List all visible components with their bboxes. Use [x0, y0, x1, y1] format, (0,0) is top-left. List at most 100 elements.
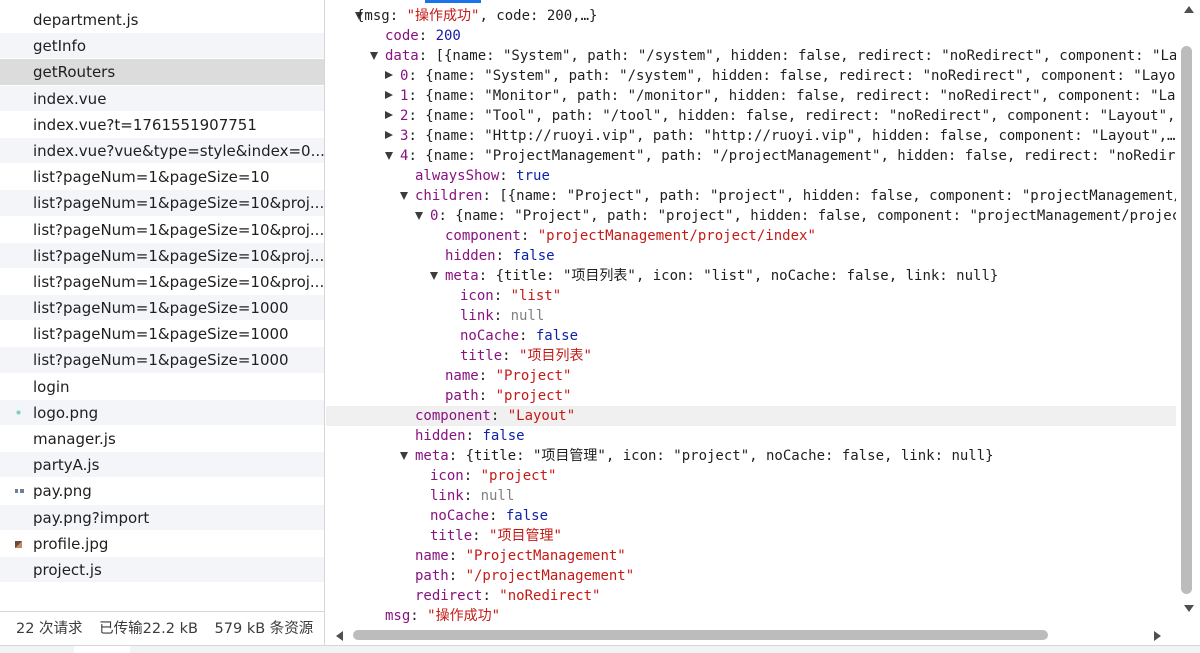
- request-row[interactable]: list?pageNum=1&pageSize=10&proj...: [0, 269, 324, 296]
- json-key: hidden: [445, 248, 496, 264]
- response-preview-pane: {msg: "操作成功", code: 200,…} code: 200 data:…: [326, 0, 1200, 645]
- image-icon: [15, 408, 22, 416]
- json-value: , code: 200,…}: [479, 8, 598, 24]
- collapsed-triangle-icon[interactable]: [385, 111, 393, 119]
- request-row[interactable]: login: [0, 374, 324, 400]
- request-row[interactable]: getRouters: [0, 59, 324, 86]
- request-row[interactable]: index.vue?t=1761551907751: [0, 112, 324, 138]
- json-line-text: icon: "project": [430, 466, 556, 486]
- json-tree-line[interactable]: meta: {title: "项目管理", icon: "project", n…: [326, 446, 1176, 466]
- request-row[interactable]: partyA.js: [0, 452, 324, 479]
- json-value: "项目列表": [519, 348, 592, 364]
- expand-triangle-icon[interactable]: [385, 152, 393, 160]
- json-tree-line[interactable]: 3: {name: "Http://ruoyi.vip", path: "htt…: [326, 126, 1176, 146]
- json-tree: {msg: "操作成功", code: 200,…} code: 200 data:…: [326, 6, 1176, 626]
- request-row[interactable]: list?pageNum=1&pageSize=10&proj...: [0, 217, 324, 243]
- collapsed-triangle-icon[interactable]: [385, 91, 393, 99]
- request-row[interactable]: index.vue?vue&type=style&index=0...: [0, 137, 324, 165]
- request-row[interactable]: list?pageNum=1&pageSize=1000: [0, 347, 324, 374]
- json-value: false: [512, 248, 555, 264]
- json-line-text: hidden: false: [445, 246, 555, 266]
- json-key: title: [460, 348, 503, 364]
- request-name: pay.png: [33, 482, 92, 501]
- expand-triangle-icon[interactable]: [400, 452, 408, 460]
- request-row[interactable]: list?pageNum=1&pageSize=10&proj...: [0, 190, 324, 217]
- json-value: :: [502, 348, 520, 364]
- json-line-text: redirect: "noRedirect": [415, 586, 600, 606]
- json-tree-line[interactable]: 1: {name: "Monitor", path: "/monitor", h…: [326, 86, 1176, 106]
- request-row[interactable]: pay.png: [0, 478, 324, 505]
- expand-triangle-icon[interactable]: [415, 212, 423, 220]
- request-count: 22 次请求: [16, 621, 83, 637]
- request-name: login: [33, 377, 70, 396]
- request-row[interactable]: list?pageNum=1&pageSize=10&proj...: [0, 242, 324, 269]
- request-name: index.vue?t=1761551907751: [33, 115, 257, 134]
- request-name: getRouters: [33, 63, 116, 82]
- json-key: name: [415, 548, 449, 564]
- json-line-text: name: "ProjectManagement": [415, 546, 626, 566]
- request-row[interactable]: getInfo: [0, 33, 324, 60]
- request-row[interactable]: list?pageNum=1&pageSize=10: [0, 164, 324, 191]
- json-value: null: [480, 488, 515, 504]
- json-tree-line: title: "项目列表": [326, 346, 1176, 366]
- json-line-text: data: [{name: "System", path: "/system",…: [385, 46, 1176, 66]
- json-tree-line: icon: "project": [326, 466, 1176, 486]
- request-row[interactable]: list?pageNum=1&pageSize=1000: [0, 321, 324, 348]
- json-value: :: [463, 468, 481, 484]
- json-tree-line[interactable]: meta: {title: "项目列表", icon: "list", noCa…: [326, 266, 1176, 286]
- scroll-up-arrow-icon[interactable]: [1184, 6, 1194, 13]
- json-value: :: [493, 288, 511, 304]
- json-value: : {name: "System", path: "/system", hidd…: [408, 68, 1176, 84]
- json-tree-line: component: "projectManagement/project/in…: [326, 226, 1176, 246]
- scroll-left-arrow-icon[interactable]: [336, 631, 343, 641]
- vertical-scroll-thumb[interactable]: [1181, 46, 1192, 594]
- request-row[interactable]: index.vue: [0, 85, 324, 112]
- request-list: department.js getInfo getRouters index.vue i…: [0, 7, 324, 584]
- scroll-down-arrow-icon[interactable]: [1184, 605, 1194, 612]
- transferred-size: 已传输22.2 kB: [99, 621, 198, 637]
- json-line-text: title: "项目列表": [460, 346, 592, 366]
- json-value: "项目管理": [489, 528, 562, 544]
- request-row[interactable]: logo.png: [0, 399, 324, 426]
- expand-triangle-icon[interactable]: [370, 52, 378, 60]
- json-value: :: [448, 568, 466, 584]
- request-name: profile.jpg: [33, 534, 109, 553]
- vertical-scrollbar[interactable]: [1178, 0, 1200, 628]
- request-row[interactable]: manager.js: [0, 426, 324, 453]
- json-tree-line: redirect: "noRedirect": [326, 586, 1176, 606]
- json-value: :: [418, 28, 436, 44]
- json-line-text: 0: {name: "Project", path: "project", hi…: [430, 206, 1176, 226]
- request-row[interactable]: department.js: [0, 7, 324, 34]
- scroll-right-arrow-icon[interactable]: [1154, 631, 1161, 641]
- collapsed-triangle-icon[interactable]: [385, 71, 393, 79]
- json-key: meta: [415, 448, 449, 464]
- json-value: : {title: "项目管理", icon: "project", noCac…: [448, 448, 994, 464]
- json-value: true: [516, 168, 550, 184]
- json-line-text: 4: {name: "ProjectManagement", path: "/p…: [400, 146, 1176, 166]
- json-line-text: link: null: [430, 486, 514, 506]
- expand-triangle-icon[interactable]: [400, 192, 408, 200]
- expand-triangle-icon[interactable]: [430, 272, 438, 280]
- json-tree-line[interactable]: 0: {name: "System", path: "/system", hid…: [326, 66, 1176, 86]
- request-row[interactable]: pay.png?import: [0, 504, 324, 531]
- json-tree-line: noCache: false: [326, 506, 1176, 526]
- collapsed-triangle-icon[interactable]: [385, 131, 393, 139]
- json-tree-line[interactable]: 0: {name: "Project", path: "project", hi…: [326, 206, 1176, 226]
- json-line-text: name: "Project": [445, 366, 571, 386]
- json-line-text: icon: "list": [460, 286, 561, 306]
- json-tree-line[interactable]: children: [{name: "Project", path: "proj…: [326, 186, 1176, 206]
- request-row[interactable]: profile.jpg: [0, 531, 324, 557]
- json-tree-line[interactable]: 4: {name: "ProjectManagement", path: "/p…: [326, 146, 1176, 166]
- json-value: : {name: "Project", path: "project", hid…: [438, 208, 1176, 224]
- request-row[interactable]: project.js: [0, 556, 324, 584]
- json-line-text: code: 200: [385, 26, 461, 46]
- horizontal-scroll-thumb[interactable]: [353, 630, 1048, 640]
- image-icon: [15, 540, 22, 548]
- drawer-tab[interactable]: [74, 646, 130, 653]
- horizontal-scrollbar[interactable]: [326, 626, 1178, 644]
- json-tree-line[interactable]: data: [{name: "System", path: "/system",…: [326, 46, 1176, 66]
- request-name: index.vue?vue&type=style&index=0...: [33, 141, 324, 160]
- json-tree-line[interactable]: 2: {name: "Tool", path: "/tool", hidden:…: [326, 106, 1176, 126]
- request-row[interactable]: list?pageNum=1&pageSize=1000: [0, 295, 324, 322]
- json-tree-line[interactable]: {msg: "操作成功", code: 200,…}: [326, 6, 1176, 26]
